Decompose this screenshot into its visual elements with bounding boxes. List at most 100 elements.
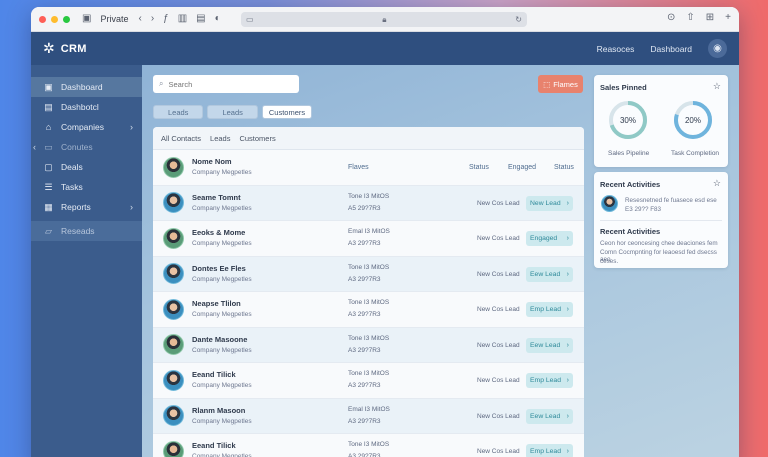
table-row[interactable]: Dante Masoone Company Megpetles Tone I3 Mi… <box>153 327 584 363</box>
contact-phone: Tone I3 MitOS <box>348 441 390 448</box>
forward-icon[interactable]: › <box>151 14 154 24</box>
sidebar-toggle-icon[interactable]: ▣ <box>82 14 91 24</box>
sidebar-item-dashbotcl[interactable]: ▤ Dashbotcl <box>31 97 142 117</box>
contact-status: New Cos Lead <box>477 377 520 384</box>
contact-phone: Emal I3 MitOS <box>348 228 390 235</box>
sidebar-item-conutes[interactable]: ‹ ▭ Conutes <box>31 137 142 157</box>
lead-badge-button[interactable]: New Lead › <box>526 195 573 211</box>
table-row[interactable]: Rlanm Masoon Company Megpetles Emal I3 Mit… <box>153 398 584 434</box>
contact-name: Eeand Tilick <box>192 441 236 450</box>
bookmarks-icon[interactable]: ▥ <box>178 14 187 24</box>
panel-title: Sales Pinned <box>600 83 647 92</box>
lead-badge-button[interactable]: Eew Lead › <box>526 266 573 282</box>
column-header-flaves[interactable]: Flaves <box>348 164 369 171</box>
function-icon[interactable]: ƒ <box>163 14 169 24</box>
sidebar-item-companies[interactable]: ⌂ Companies › <box>31 117 142 137</box>
contrast-icon[interactable]: ◐ <box>215 14 221 24</box>
badge-label: Engaged <box>530 235 558 242</box>
star-icon[interactable]: ☆ <box>713 81 721 92</box>
badge-label: Emp Lead <box>530 306 561 313</box>
tabs-icon[interactable]: ▤ <box>196 14 205 24</box>
monitor-icon: ▭ <box>44 141 53 152</box>
browser-window: ▣ Private ‹ › ƒ ▥ ▤ ◐ ▭ 🔒︎ ↻ ⊙ ⇧ ⊞ + ✲ C… <box>31 7 739 457</box>
filter-tab-leads[interactable]: Leads <box>153 105 204 119</box>
tab-customers[interactable]: Customers <box>239 134 275 143</box>
contact-status: New Cos Lead <box>477 341 520 349</box>
sidebar-item-label: Dashbotcl <box>61 102 99 112</box>
sidebar-item-dashboard[interactable]: ▣ Dashboard <box>31 77 142 97</box>
sidebar-item-tasks[interactable]: ☰ Tasks <box>31 177 142 197</box>
sidebar-item-reports[interactable]: ▦ Reports › <box>31 197 142 217</box>
chevron-right-icon: › <box>566 377 569 384</box>
chevron-right-icon: › <box>566 306 569 313</box>
avatar <box>163 405 184 427</box>
back-icon[interactable]: ‹ <box>138 14 141 24</box>
page-icon: ▭ <box>246 15 254 24</box>
activity-text: ceses. <box>600 258 619 265</box>
badge-label: Emp Lead <box>530 377 561 384</box>
tab-leads[interactable]: Leads <box>210 134 230 143</box>
maximize-window-button[interactable] <box>63 15 70 23</box>
contacts-table: All Contacts Leads Customers Nome Nom Co… <box>153 127 584 457</box>
user-avatar-icon[interactable]: ◉ <box>708 39 727 58</box>
contact-company: Company Megpetles <box>192 382 252 389</box>
contact-company: Company Megpetles <box>192 240 252 247</box>
flames-button[interactable]: ⬚ Flames <box>538 75 583 93</box>
table-row[interactable]: Eeand Tilick Company Megpetles Tone I3 Mit… <box>153 434 584 457</box>
panel-title: Recent Activities <box>600 180 661 189</box>
table-header-row: Nome Nom Company Megpetles Flaves Status… <box>153 150 584 186</box>
column-header-status-2[interactable]: Status <box>554 164 574 171</box>
lead-badge-button[interactable]: Engaged › <box>526 231 573 246</box>
header-link-dashboard[interactable]: Dashboard <box>650 44 692 54</box>
table-row[interactable]: Neapse Tlilon Company Megpetles Tone I3 Mi… <box>153 292 584 328</box>
sales-pinned-panel: Sales Pinned ☆ 30% 20% Sales Pipeline Ta… <box>594 75 728 167</box>
search-box[interactable]: ⌕ <box>153 75 299 93</box>
contact-name: Eeoks & Mome <box>192 228 246 237</box>
minimize-window-button[interactable] <box>51 15 58 23</box>
table-row[interactable]: Eeoks & Mome Company Megpetles Emal I3 Mit… <box>153 221 584 257</box>
chevron-right-icon: › <box>566 412 569 420</box>
filter-tab-leads-2[interactable]: Leads <box>207 105 258 119</box>
reload-icon[interactable]: ↻ <box>515 15 522 24</box>
contact-code: A3 29?7R3 <box>348 275 381 283</box>
contact-company: Company Megpetles <box>192 311 252 318</box>
close-window-button[interactable] <box>39 15 46 23</box>
lead-badge-button[interactable]: Eew Lead › <box>526 408 573 424</box>
sidebar-item-label: Dashboard <box>61 82 103 92</box>
address-bar[interactable]: ▭ 🔒︎ ↻ <box>241 12 527 27</box>
table-row[interactable]: Dontes Ee Fles Company Megpetles Tone I3 M… <box>153 256 584 292</box>
contact-name: Dante Masoone <box>192 334 248 344</box>
contact-company: Company Megpetles <box>192 275 252 283</box>
lead-badge-button[interactable]: Emp Lead › <box>526 444 573 457</box>
activity-meta: E3 29?? F83 <box>625 206 662 213</box>
table-row[interactable]: Seame Tomnt Company Megpetles Tone I3 MitO… <box>153 185 584 221</box>
tab-all-contacts[interactable]: All Contacts <box>161 134 201 143</box>
badge-label: Eew Lead <box>530 270 561 278</box>
chevron-right-icon: › <box>566 235 569 242</box>
sidebar-item-deals[interactable]: ▢ Deals <box>31 157 142 177</box>
column-header-engaged[interactable]: Engaged <box>508 164 536 171</box>
collapse-arrow-icon[interactable]: ‹ <box>33 142 36 152</box>
chevron-right-icon: › <box>566 199 569 207</box>
download-icon[interactable]: ⊙ <box>667 13 675 23</box>
header-link-resources[interactable]: Reasoces <box>597 44 635 54</box>
sidebar-item-reseads[interactable]: ▱ Reseads <box>31 221 142 241</box>
avatar <box>163 156 184 178</box>
filter-tab-customers[interactable]: Customers <box>261 105 313 119</box>
star-icon[interactable]: ☆ <box>713 178 721 189</box>
window-controls <box>39 15 70 23</box>
contact-status: New Cos Lead <box>477 412 520 420</box>
new-tab-icon[interactable]: + <box>725 13 731 23</box>
column-header-status[interactable]: Status <box>469 164 489 171</box>
lead-badge-button[interactable]: Eew Lead › <box>526 337 573 353</box>
search-input[interactable] <box>168 79 279 89</box>
contact-code: A3 29?7R3 <box>348 240 381 247</box>
lead-badge-button[interactable]: Emp Lead › <box>526 302 573 317</box>
share-icon[interactable]: ⇧ <box>686 13 694 23</box>
tab-overview-icon[interactable]: ⊞ <box>706 13 714 23</box>
contact-company: Company Megpetles <box>192 346 252 354</box>
lead-badge-button[interactable]: Emp Lead › <box>526 373 573 388</box>
table-row[interactable]: Eeand Tilick Company Megpetles Tone I3 Mit… <box>153 363 584 399</box>
reports-icon: ▦ <box>44 201 53 212</box>
ring-value: 20% <box>685 116 701 125</box>
